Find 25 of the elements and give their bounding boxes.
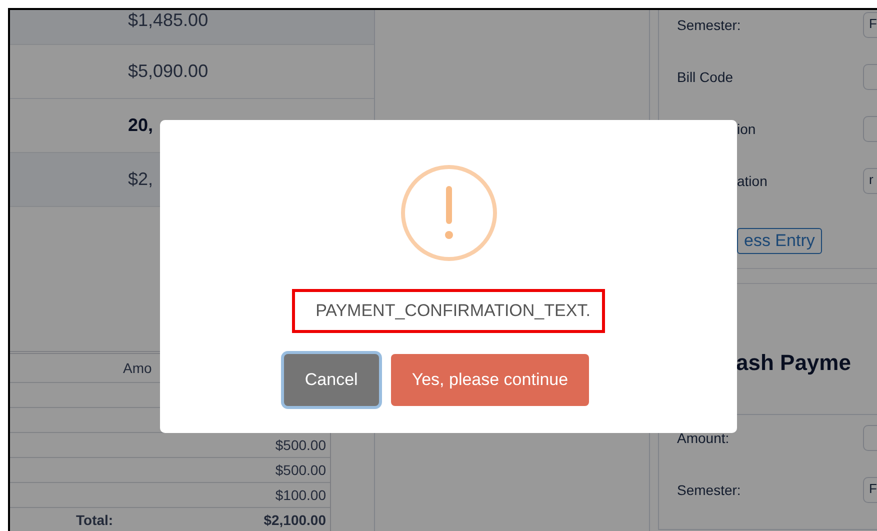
table-cell: $500.00	[275, 437, 326, 453]
confirm-button[interactable]: Yes, please continue	[390, 354, 590, 406]
field-label: ion	[737, 121, 756, 137]
table-cell: $2,	[128, 169, 154, 190]
dialog-message: PAYMENT_CONFIRMATION_TEXT.	[292, 289, 606, 333]
field-label: Amount:	[677, 430, 730, 446]
table-cell: $1,485.00	[128, 10, 208, 31]
process-entry-button[interactable]: ess Entry	[737, 228, 822, 254]
table-cell: $500.00	[275, 462, 326, 478]
input-field[interactable]: F	[863, 12, 877, 38]
cancel-button[interactable]: Cancel	[284, 354, 379, 406]
field-label: Bill Code	[677, 69, 734, 85]
field-label: Semester:	[677, 482, 741, 498]
section-heading: ash Payme	[735, 349, 852, 377]
table-cell: $5,090.00	[128, 61, 208, 82]
input-field[interactable]: r	[863, 168, 877, 194]
total-label: Total:	[76, 512, 114, 528]
field-label: ation	[737, 173, 768, 189]
input-field[interactable]: F	[863, 477, 877, 503]
column-header: Amo	[123, 360, 152, 376]
warning-icon	[400, 164, 498, 262]
table-cell: 20,	[128, 115, 154, 136]
table-cell: $100.00	[275, 487, 326, 503]
total-amount: $2,100.00	[264, 512, 326, 528]
field-label: Semester:	[677, 17, 741, 33]
